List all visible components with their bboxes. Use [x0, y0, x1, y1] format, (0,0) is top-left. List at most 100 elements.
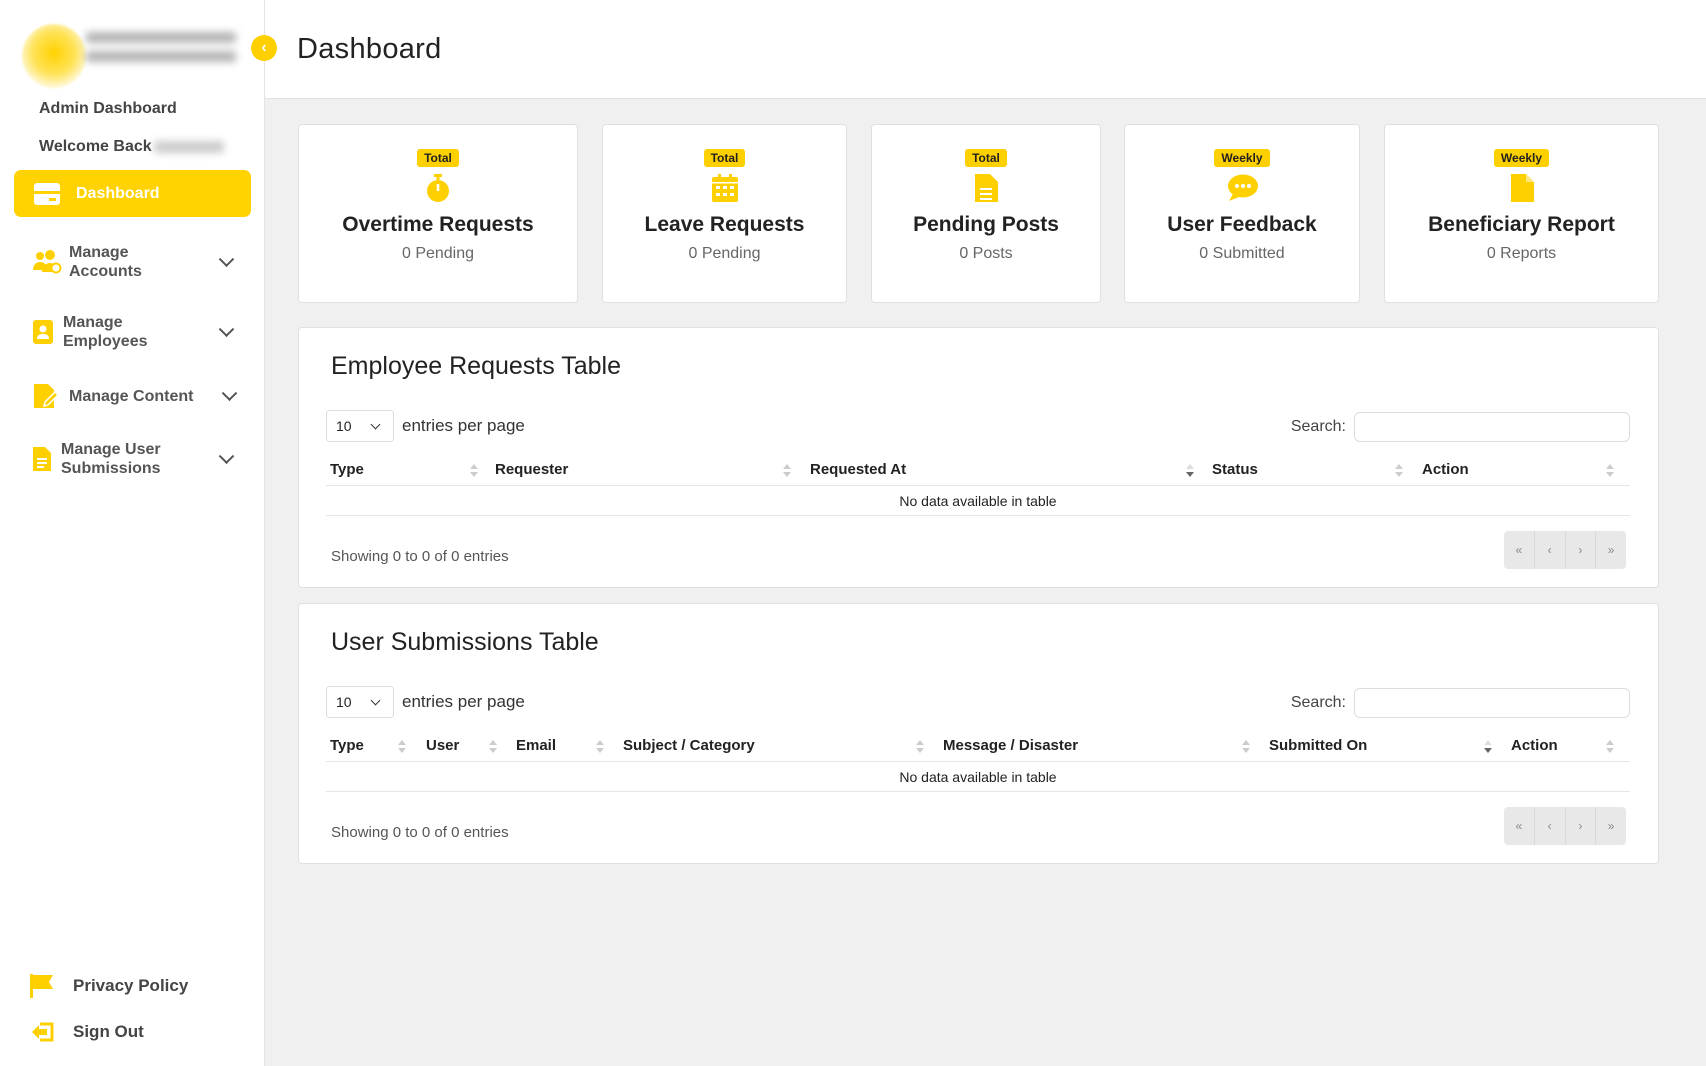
sort-icon — [783, 464, 791, 478]
organization-logo — [20, 18, 240, 88]
previous-page-button[interactable]: ‹ — [1535, 807, 1566, 845]
chat-bubble-icon — [1227, 173, 1258, 203]
card-subtitle: 0 Pending — [401, 245, 475, 262]
card-pending-posts[interactable]: Total Pending Posts 0 Posts — [871, 124, 1101, 303]
card-subtitle: 0 Posts — [959, 245, 1013, 262]
sign-out-link[interactable]: Sign Out — [30, 1020, 144, 1044]
entries-value: 10 — [336, 418, 352, 434]
column-header-subject-category[interactable]: Subject / Category — [623, 737, 755, 754]
chevron-down-icon — [218, 251, 235, 268]
entries-select[interactable]: 10 — [326, 686, 394, 718]
page-title: Dashboard — [297, 33, 442, 65]
card-subtitle: 0 Reports — [1486, 245, 1557, 262]
employee-requests-panel: Employee Requests Table 10 entries per p… — [298, 327, 1659, 588]
sort-icon — [1242, 740, 1250, 754]
sidebar: Admin Dashboard Welcome Back Dashboard M… — [0, 0, 265, 1066]
card-subtitle: 0 Submitted — [1199, 245, 1285, 262]
column-header-action[interactable]: Action — [1511, 737, 1558, 754]
column-header-action[interactable]: Action — [1422, 461, 1469, 478]
card-badge: Total — [703, 149, 746, 167]
card-title: Leave Requests — [644, 213, 805, 236]
search-label: Search: — [1290, 694, 1346, 711]
logo-icon — [22, 24, 86, 88]
privacy-policy-link[interactable]: Privacy Policy — [30, 974, 188, 998]
first-page-button[interactable]: « — [1504, 531, 1535, 569]
sort-icon — [916, 740, 924, 754]
column-header-message-disaster[interactable]: Message / Disaster — [943, 737, 1078, 754]
calendar-icon — [710, 173, 740, 203]
user-submissions-panel: User Submissions Table 10 entries per pa… — [298, 603, 1659, 864]
sort-icon — [398, 740, 406, 754]
card-title: User Feedback — [1167, 213, 1317, 236]
sort-icon — [596, 740, 604, 754]
card-badge: Weekly — [1214, 149, 1270, 167]
card-title: Overtime Requests — [342, 213, 534, 236]
file-icon — [1507, 173, 1537, 203]
sidebar-item-label: Manage Accounts — [69, 244, 142, 280]
column-header-type[interactable]: Type — [330, 737, 364, 754]
pagination: « ‹ › » — [1504, 531, 1626, 569]
search-input[interactable] — [1354, 412, 1630, 442]
table-empty-row: No data available in table — [326, 486, 1630, 516]
chevron-left-icon: ‹ — [261, 39, 267, 56]
sidebar-item-label: Dashboard — [76, 184, 160, 202]
next-page-button[interactable]: › — [1566, 807, 1597, 845]
card-beneficiary-report[interactable]: Weekly Beneficiary Report 0 Reports — [1384, 124, 1659, 303]
column-header-type[interactable]: Type — [330, 461, 364, 478]
welcome-label: Welcome Back — [39, 138, 152, 155]
column-header-email[interactable]: Email — [516, 737, 556, 754]
entries-label: entries per page — [402, 416, 525, 435]
entries-value: 10 — [336, 694, 352, 710]
column-header-submitted-on[interactable]: Submitted On — [1269, 737, 1367, 754]
card-subtitle: 0 Pending — [688, 245, 761, 262]
document-icon — [971, 173, 1001, 203]
users-icon — [32, 248, 62, 276]
card-title: Pending Posts — [913, 213, 1059, 236]
column-header-user[interactable]: User — [426, 737, 459, 754]
stopwatch-icon — [423, 173, 453, 203]
entries-per-page: 10 entries per page — [326, 686, 525, 718]
sort-icon — [470, 464, 478, 478]
sort-icon — [1606, 740, 1614, 754]
sort-desc-icon — [1484, 740, 1492, 754]
sidebar-item-manage-user-submissions[interactable]: Manage User Submissions — [32, 440, 242, 478]
sidebar-item-dashboard[interactable]: Dashboard — [14, 170, 251, 217]
sidebar-item-manage-accounts[interactable]: Manage Accounts — [32, 243, 242, 281]
sidebar-item-manage-employees[interactable]: Manage Employees — [32, 313, 242, 351]
card-badge: Total — [417, 149, 459, 167]
sidebar-item-label: Manage Employees — [63, 314, 148, 350]
entries-per-page: 10 entries per page — [326, 410, 525, 442]
entries-select[interactable]: 10 — [326, 410, 394, 442]
organization-name-redacted — [86, 32, 236, 76]
table-empty-row: No data available in table — [326, 762, 1630, 792]
search-input[interactable] — [1354, 688, 1630, 718]
collapse-sidebar-button[interactable]: ‹ — [251, 35, 277, 61]
column-header-requester[interactable]: Requester — [495, 461, 568, 478]
card-leave-requests[interactable]: Total Leave Requests 0 Pending — [602, 124, 847, 303]
card-badge: Weekly — [1493, 149, 1550, 167]
table-title: Employee Requests Table — [331, 352, 621, 380]
sort-icon — [489, 740, 497, 754]
sign-out-label: Sign Out — [73, 1022, 144, 1041]
table-header: Type Requester Requested At Status Actio… — [326, 461, 1630, 486]
last-page-button[interactable]: » — [1596, 531, 1626, 569]
sort-desc-icon — [1186, 464, 1194, 478]
column-header-requested-at[interactable]: Requested At — [810, 461, 906, 478]
submissions-icon — [32, 445, 52, 473]
entries-label: entries per page — [402, 692, 525, 711]
table-info: Showing 0 to 0 of 0 entries — [331, 824, 509, 841]
privacy-policy-label: Privacy Policy — [73, 976, 189, 995]
flag-icon — [30, 974, 54, 998]
next-page-button[interactable]: › — [1566, 531, 1597, 569]
last-page-button[interactable]: » — [1596, 807, 1626, 845]
page-header: Dashboard — [265, 0, 1706, 99]
first-page-button[interactable]: « — [1504, 807, 1535, 845]
sidebar-item-manage-content[interactable]: Manage Content — [32, 382, 242, 410]
sort-icon — [1606, 464, 1614, 478]
pagination: « ‹ › » — [1504, 807, 1626, 845]
card-overtime-requests[interactable]: Total Overtime Requests 0 Pending — [298, 124, 578, 303]
previous-page-button[interactable]: ‹ — [1535, 531, 1566, 569]
card-user-feedback[interactable]: Weekly User Feedback 0 Submitted — [1124, 124, 1360, 303]
username-redacted — [153, 141, 224, 153]
column-header-status[interactable]: Status — [1212, 461, 1258, 478]
